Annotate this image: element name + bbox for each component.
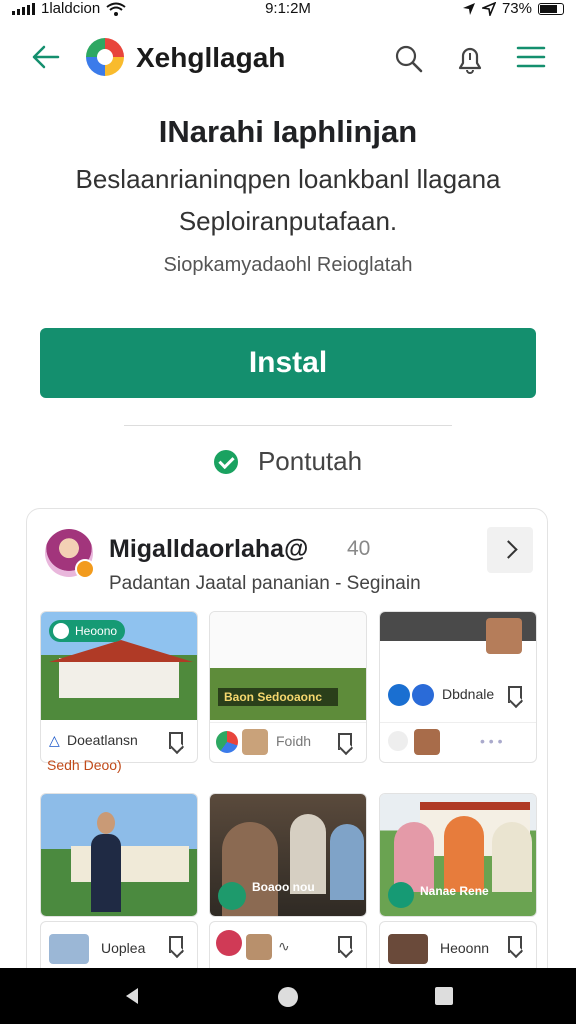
- status-bar: 1laldcion 9:1:2M 73%: [0, 0, 576, 20]
- triangle-icon: △: [49, 732, 60, 748]
- app-description: Beslaanrianinqpen loankbanl llagana Sepl…: [75, 164, 501, 236]
- bookmark-icon[interactable]: [508, 936, 522, 953]
- portrait-thumbnail: [486, 618, 522, 654]
- location-icon: [462, 2, 475, 15]
- channel-card: Migalldaorlaha@ 40 Padantan Jaatal panan…: [26, 508, 548, 990]
- nav-home-icon[interactable]: [277, 986, 299, 1008]
- media-tile[interactable]: Baon Sedooaonc Foidh: [209, 611, 367, 763]
- page-title: INarahi Iaphlinjan: [158, 114, 418, 149]
- video-thumbnail: [380, 612, 536, 670]
- tile-caption: Foidh: [276, 733, 312, 749]
- people-thumbnail: Nanae Rene: [380, 794, 536, 916]
- battery-percent: 73%: [501, 0, 532, 17]
- back-arrow-icon[interactable]: [30, 44, 60, 70]
- bookmark-icon[interactable]: [169, 936, 183, 953]
- media-tile[interactable]: [40, 793, 198, 917]
- tile-badge: Baon Sedooaonc: [218, 688, 338, 706]
- notification-icon[interactable]: [454, 44, 486, 74]
- tile-badge: Boaoo nou: [252, 880, 315, 894]
- tile-caption: Heoonn: [440, 940, 490, 956]
- tile-caption: Doeatlansn: [67, 732, 138, 748]
- play-icon[interactable]: [388, 684, 410, 706]
- people-thumbnail: Boaoo nou: [210, 794, 366, 916]
- channel-count: 40: [347, 537, 371, 560]
- field-thumbnail: Baon Sedooaonc: [210, 612, 366, 720]
- tile-caption: Uoplea: [101, 940, 146, 956]
- people-thumbnail: [414, 729, 440, 755]
- system-nav-bar: [0, 968, 576, 1024]
- bookmark-icon[interactable]: [169, 732, 183, 749]
- people-thumbnail: [242, 729, 268, 755]
- heart-icon: [216, 930, 242, 956]
- media-tile[interactable]: Heoono △ Doeatlansn: [40, 611, 198, 763]
- people-thumbnail: [49, 934, 89, 964]
- app-logo-icon: [216, 731, 238, 753]
- menu-icon[interactable]: [516, 44, 546, 70]
- divider: [124, 425, 452, 426]
- tile-caption: Dbdnale: [442, 686, 495, 702]
- check-circle-icon: [213, 449, 238, 474]
- badge-dot-icon: [75, 559, 95, 579]
- search-icon[interactable]: [394, 44, 424, 74]
- shield-icon: [412, 684, 434, 706]
- tile-caption-secondary: Sedh Deoo): [47, 757, 122, 773]
- media-tile[interactable]: Dbdnale • • •: [379, 611, 537, 763]
- people-thumbnail: [246, 934, 272, 960]
- leaf-icon: [388, 882, 414, 908]
- people-thumbnail: [388, 934, 428, 964]
- app-title: Xehgllagah: [136, 42, 286, 73]
- app-logo: [86, 38, 124, 76]
- avatar[interactable]: [45, 529, 95, 579]
- nav-back-icon[interactable]: [122, 986, 142, 1006]
- tile-badge: Nanae Rene: [420, 884, 489, 898]
- channel-name[interactable]: Migalldaorlaha@: [109, 535, 308, 564]
- verified-label: Pontutah: [257, 446, 363, 476]
- house-thumbnail: Heoono: [41, 612, 197, 720]
- signal-arrow-icon: [481, 1, 496, 16]
- chevron-right-icon[interactable]: [487, 527, 533, 573]
- app-bar: Xehgllagah: [0, 32, 576, 84]
- verified-row: Pontutah: [0, 446, 576, 477]
- install-button[interactable]: Instal: [40, 328, 536, 398]
- dots-icon: • • •: [480, 733, 503, 749]
- nav-recents-icon[interactable]: [434, 986, 454, 1006]
- media-tile[interactable]: Nanae Rene: [379, 793, 537, 917]
- media-tile[interactable]: Boaoo nou: [209, 793, 367, 917]
- developer-label: Siopkamyadaohl Reioglatah: [163, 254, 413, 276]
- battery-icon: [538, 2, 564, 15]
- bookmark-icon[interactable]: [338, 733, 352, 750]
- bookmark-icon[interactable]: [508, 686, 522, 703]
- link-icon: ∿: [278, 938, 290, 954]
- leaf-icon: [218, 882, 246, 910]
- app-logo-icon: [53, 623, 69, 639]
- gear-icon: [388, 731, 408, 751]
- building-thumbnail: [41, 794, 197, 916]
- bookmark-icon[interactable]: [338, 936, 352, 953]
- channel-meta: Padantan Jaatal pananian - Seginain: [109, 573, 421, 594]
